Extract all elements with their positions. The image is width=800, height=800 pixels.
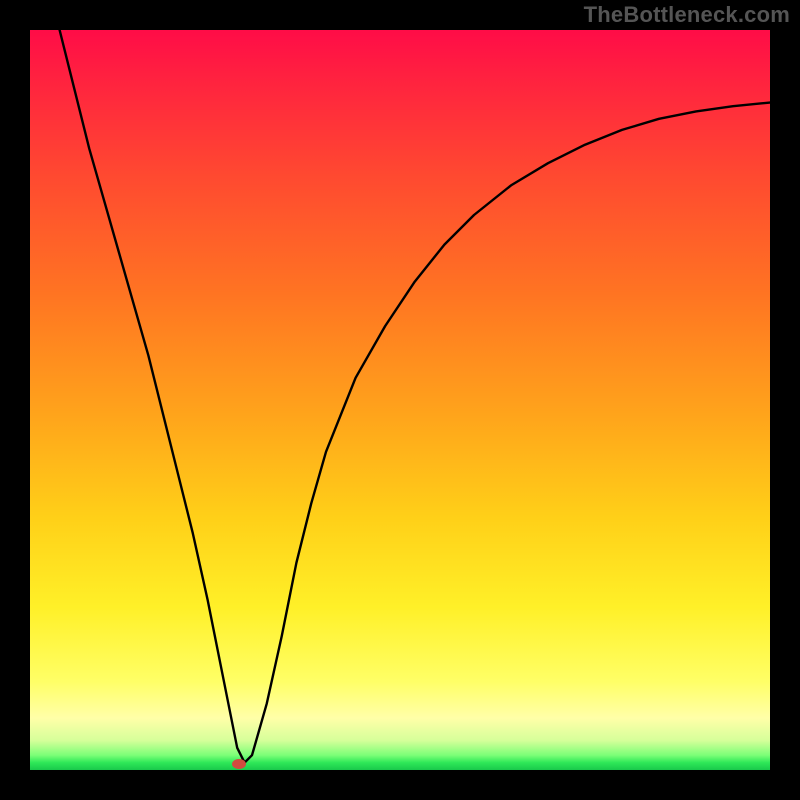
optimum-marker bbox=[232, 759, 246, 769]
chart-frame: TheBottleneck.com bbox=[0, 0, 800, 800]
watermark-text: TheBottleneck.com bbox=[584, 2, 790, 28]
bottleneck-curve bbox=[30, 30, 770, 770]
plot-area bbox=[30, 30, 770, 770]
